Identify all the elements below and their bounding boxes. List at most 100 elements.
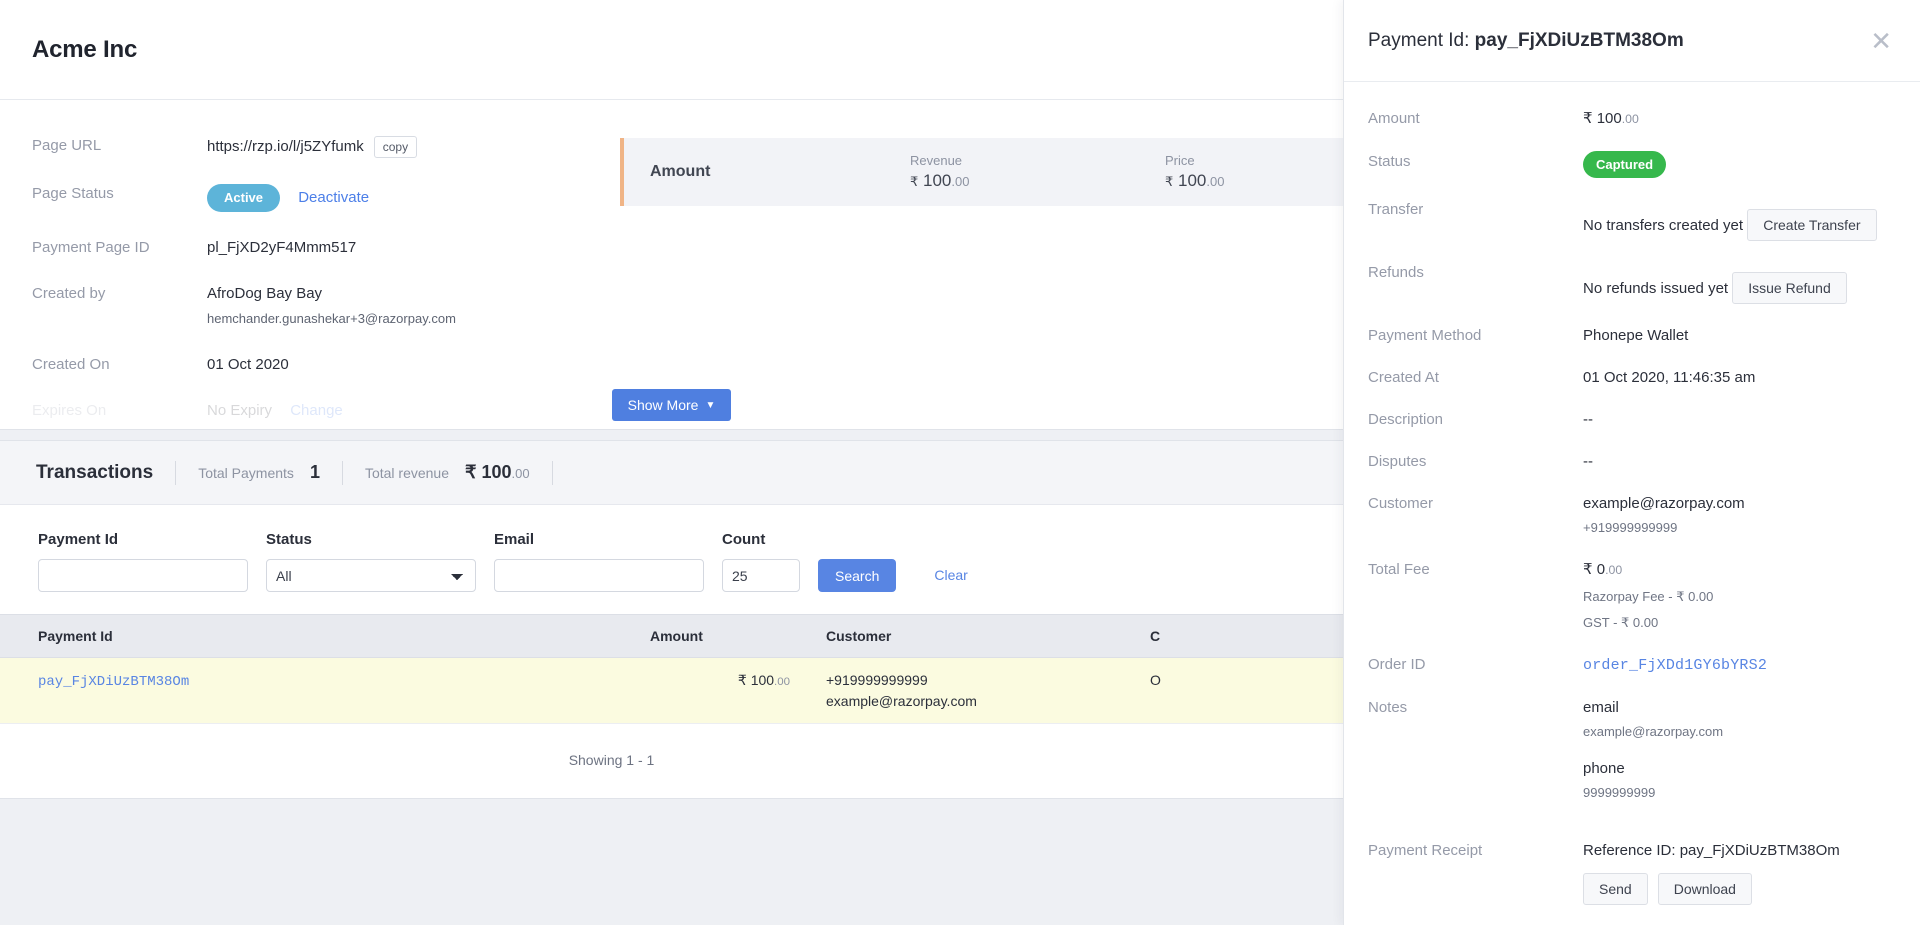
drawer-label-description: Description [1368, 411, 1444, 428]
detail-row-created-by: Created by AfroDog Bay Bay hemchander.gu… [32, 284, 592, 329]
row-payment-id-link[interactable]: pay_FjXDiUzBTM38Om [38, 674, 189, 690]
chevron-down-icon: ▼ [705, 399, 716, 411]
note-item: email example@razorpay.com [1583, 697, 1896, 742]
drawer-label-status: Status [1368, 153, 1411, 170]
drawer-row-order-id: Order ID order_FjXDd1GY6bYRS2 [1368, 654, 1896, 676]
stat-price-label: Price [1165, 153, 1195, 168]
drawer-label-notes: Notes [1368, 699, 1408, 716]
search-button[interactable]: Search [818, 559, 897, 592]
drawer-row-customer: Customer example@razorpay.com +919999999… [1368, 493, 1896, 538]
drawer-label-amount: Amount [1368, 110, 1420, 127]
show-more-button[interactable]: Show More ▼ [611, 389, 732, 421]
drawer-row-total-fee: Total Fee ₹ 0.00 Razorpay Fee - ₹ 0.00 G… [1368, 559, 1896, 633]
row-amount-cell: ₹ 100.00 [640, 657, 800, 724]
payment-details-drawer: Payment Id: pay_FjXDiUzBTM38Om ✕ Amount … [1343, 0, 1920, 925]
drawer-total-fee-decimals: .00 [1605, 563, 1623, 577]
note-value-email: example@razorpay.com [1583, 724, 1724, 739]
drawer-total-fee-value: ₹ 0 [1583, 561, 1606, 578]
drawer-customer-phone: +919999999999 [1583, 520, 1678, 535]
total-revenue-value: ₹ 100 [465, 462, 512, 482]
drawer-label-payment-receipt: Payment Receipt [1368, 842, 1483, 859]
row-amount-value: ₹ 100 [737, 672, 775, 688]
transactions-table: Payment Id Amount Customer C pay_FjXDiUz… [0, 614, 1343, 724]
filter-actions: Search [818, 559, 897, 592]
drawer-row-description: Description -- [1368, 409, 1896, 430]
detail-label-created-on: Created On [32, 356, 110, 373]
detail-row-page-url: Page URL https://rzp.io/l/j5ZYfumk copy [32, 136, 592, 158]
filter-status: Status All [266, 531, 476, 592]
detail-label-payment-page-id: Payment Page ID [32, 239, 150, 256]
transactions-filter-bar: Payment Id Status All Email Count Search… [0, 505, 1343, 614]
transactions-card: Transactions Total Payments 1 Total reve… [0, 440, 1343, 799]
search-count-input[interactable] [722, 559, 800, 592]
filter-status-label: Status [266, 531, 312, 548]
summary-divider-1 [175, 460, 177, 485]
clear-filters-link[interactable]: Clear [934, 567, 967, 592]
created-by-name: AfroDog Bay Bay [207, 285, 323, 302]
payment-page-details-card: Page URL https://rzp.io/l/j5ZYfumk copy … [0, 100, 1343, 430]
show-more-label: Show More [627, 397, 699, 413]
amount-stats-strip: Amount Revenue ₹ 100.00 Price ₹ 100.00 [620, 138, 1343, 206]
download-receipt-button[interactable]: Download [1657, 873, 1752, 905]
stat-revenue-label: Revenue [910, 153, 963, 168]
search-payment-id-input[interactable] [38, 559, 248, 592]
deactivate-link[interactable]: Deactivate [298, 189, 369, 206]
copy-url-button[interactable]: copy [373, 136, 418, 158]
issue-refund-button[interactable]: Issue Refund [1732, 272, 1847, 304]
note-value-phone: 9999999999 [1583, 785, 1656, 800]
column-header-customer[interactable]: Customer [800, 614, 1140, 658]
drawer-value-transfer: No transfers created yet [1583, 217, 1744, 234]
stat-revenue-value: 100 [923, 171, 952, 190]
drawer-value-payment-method: Phonepe Wallet [1583, 327, 1689, 344]
drawer-body: Amount ₹ 100.00 Status Captured Transfer… [1344, 82, 1920, 905]
drawer-row-notes: Notes email example@razorpay.com phone 9… [1368, 697, 1896, 819]
drawer-row-amount: Amount ₹ 100.00 [1368, 108, 1896, 130]
drawer-gst-fee: GST - ₹ 0.00 [1583, 615, 1659, 630]
drawer-amount-decimals: .00 [1621, 112, 1639, 126]
stat-price-value: 100 [1178, 171, 1207, 190]
column-header-amount[interactable]: Amount [640, 614, 800, 658]
detail-field-list: Page URL https://rzp.io/l/j5ZYfumk copy … [32, 136, 592, 429]
filter-email: Email [494, 531, 704, 592]
send-receipt-button[interactable]: Send [1583, 873, 1648, 905]
page-header: Acme Inc [0, 0, 1343, 100]
note-key-email: email [1583, 699, 1619, 716]
detail-label-page-status: Page Status [32, 185, 114, 202]
drawer-label-created-at: Created At [1368, 369, 1439, 386]
detail-row-created-on: Created On 01 Oct 2020 [32, 355, 592, 375]
search-email-input[interactable] [494, 559, 704, 592]
filter-count-label: Count [722, 531, 766, 548]
order-id-link[interactable]: order_FjXDd1GY6bYRS2 [1583, 657, 1767, 674]
filter-count: Count [722, 531, 800, 592]
stats-title: Amount [650, 163, 711, 180]
created-by-email: hemchander.gunashekar+3@razorpay.com [207, 311, 456, 326]
drawer-label-total-fee: Total Fee [1368, 561, 1430, 578]
note-key-phone: phone [1583, 760, 1625, 777]
drawer-row-transfer: Transfer No transfers created yet Create… [1368, 199, 1896, 241]
row-customer-cell: +919999999999 example@razorpay.com [800, 657, 1140, 724]
page-url-value: https://rzp.io/l/j5ZYfumk [207, 138, 364, 155]
stat-revenue-currency: ₹ [910, 174, 919, 189]
drawer-value-disputes: -- [1583, 453, 1593, 470]
drawer-title-prefix: Payment Id: [1368, 29, 1475, 51]
show-more-container: Show More ▼ [0, 389, 1343, 421]
row-created-at-cell: O [1140, 657, 1343, 724]
payment-page-id-value: pl_FjXD2yF4Mmm517 [207, 239, 357, 256]
status-badge: Captured [1583, 151, 1667, 178]
table-row[interactable]: pay_FjXDiUzBTM38Om ₹ 100.00 +91999999999… [0, 657, 1343, 724]
drawer-header: Payment Id: pay_FjXDiUzBTM38Om ✕ [1344, 0, 1920, 82]
filter-email-label: Email [494, 531, 535, 548]
column-header-payment-id[interactable]: Payment Id [0, 614, 640, 658]
column-header-created-at[interactable]: C [1140, 614, 1343, 658]
page-title: Acme Inc [32, 35, 138, 63]
close-icon[interactable]: ✕ [1870, 28, 1892, 54]
drawer-row-payment-receipt: Payment Receipt Reference ID: pay_FjXDiU… [1368, 840, 1896, 905]
drawer-row-status: Status Captured [1368, 151, 1896, 178]
status-select[interactable]: All [266, 559, 476, 592]
table-header-row: Payment Id Amount Customer C [0, 614, 1343, 658]
row-customer-phone: +919999999999 [826, 672, 928, 688]
receipt-reference-id: Reference ID: pay_FjXDiUzBTM38Om [1583, 842, 1840, 859]
create-transfer-button[interactable]: Create Transfer [1747, 209, 1877, 241]
amount-stats-wrapper: Amount Revenue ₹ 100.00 Price ₹ 100.00 [592, 136, 1343, 429]
row-customer-email: example@razorpay.com [826, 693, 977, 709]
